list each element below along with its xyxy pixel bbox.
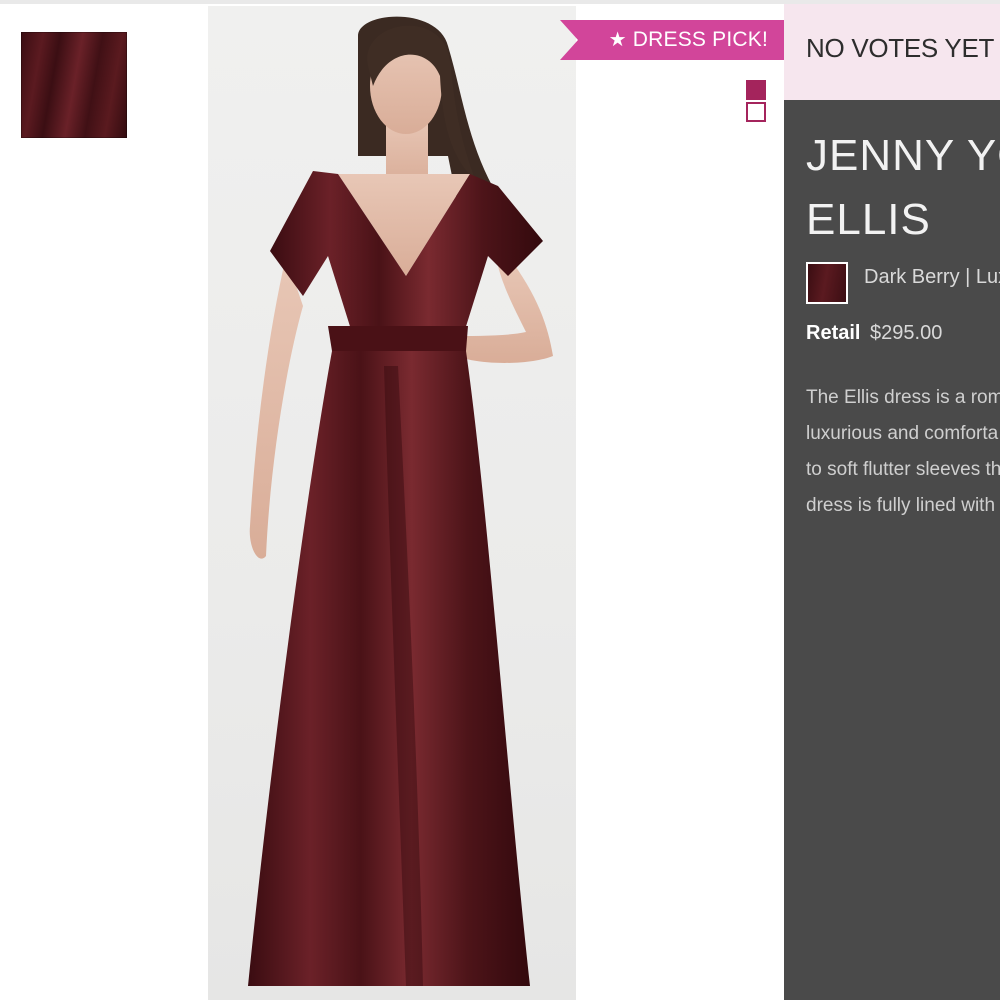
fabric-swatch[interactable] (806, 262, 848, 304)
retail-price: Retail $295.00 (806, 322, 942, 345)
description-line: dress is fully lined with a (806, 495, 1000, 516)
dress-pick-label: DRESS PICK! (632, 28, 768, 51)
product-thumbnail[interactable] (21, 32, 127, 138)
style-name: ELLIS (806, 195, 931, 244)
color-swatch-selected[interactable] (746, 80, 766, 100)
description-line: The Ellis dress is a roma (806, 387, 1000, 408)
product-main-image (208, 6, 576, 1000)
color-label: Dark Berry | Lux (864, 266, 1000, 288)
star-icon: ★ (608, 29, 627, 51)
color-swatch-outline[interactable] (746, 102, 766, 122)
votes-label: NO VOTES YET (806, 33, 995, 63)
model-photo-illustration (248, 16, 553, 986)
product-description: The Ellis dress is a roma luxurious and … (806, 380, 1000, 524)
designer-name: JENNY YO (806, 131, 1000, 180)
price-value: $295.00 (870, 322, 943, 344)
product-info-panel: JENNY YO ELLIS Dark Berry | Lux Retail $… (784, 100, 1000, 1000)
votes-banner: NO VOTES YET (784, 4, 1000, 100)
description-line: luxurious and comforta (806, 423, 999, 444)
description-line: to soft flutter sleeves the (806, 459, 1000, 480)
retail-label: Retail (806, 322, 861, 344)
dress-pick-badge: ★ DRESS PICK! (560, 20, 784, 60)
